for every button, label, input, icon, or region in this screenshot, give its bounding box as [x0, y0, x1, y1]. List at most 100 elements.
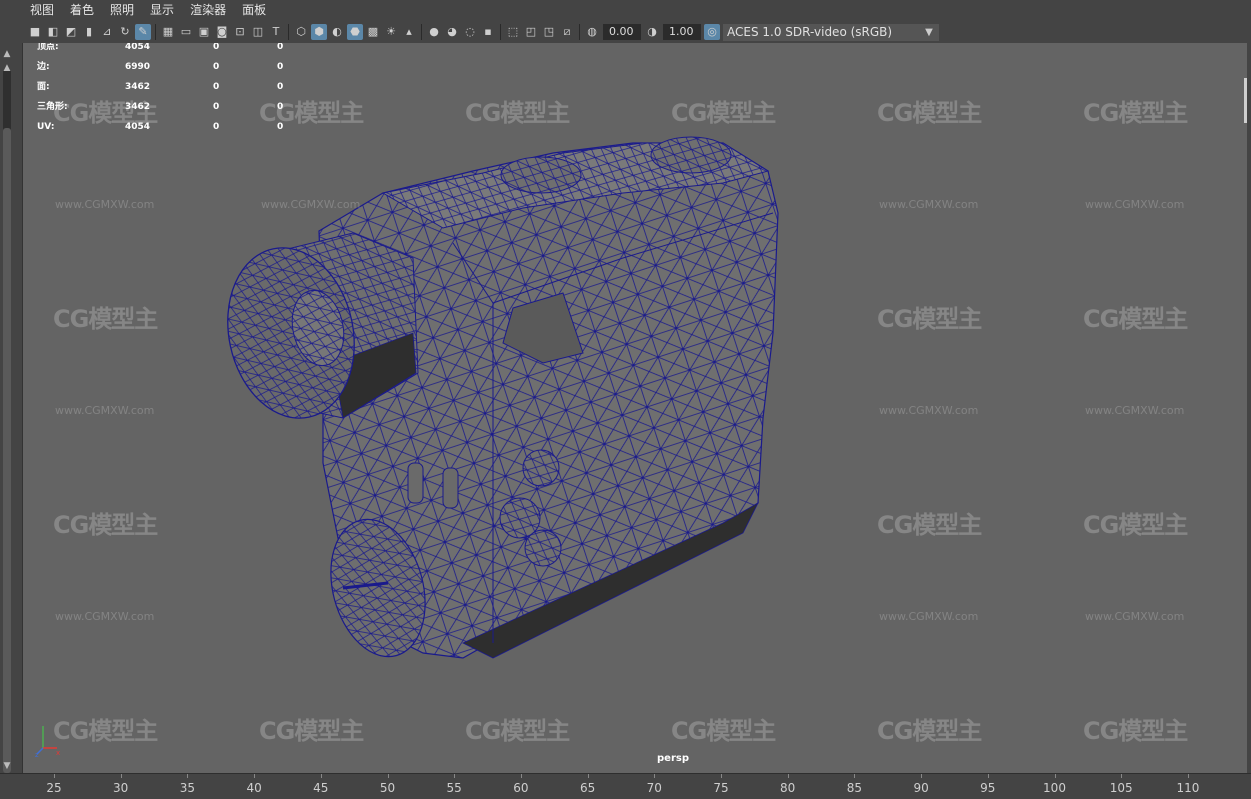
timeline-tick	[520, 774, 522, 778]
time-slider[interactable]: 25 30 35 40 45 50 55 60 65 70 75 80 85 90 95 100 105 110	[0, 773, 1251, 799]
watermark-logo: CG模型主	[877, 99, 982, 127]
wireframe-icon[interactable]: ⬡	[293, 24, 309, 40]
gamma-field[interactable]	[663, 24, 701, 40]
grease-pencil-icon[interactable]: ✎	[135, 24, 151, 40]
color-space-value: ACES 1.0 SDR-video (sRGB)	[727, 24, 893, 39]
timeline-tick-label: 60	[513, 781, 529, 795]
3d-viewport[interactable]: CG模型主 CG模型主 CG模型主 CG模型主 CG模型主 CG模型主 www.…	[22, 43, 1247, 773]
timeline-tick-label: 35	[179, 781, 196, 795]
film-gate-icon[interactable]: ▭	[178, 24, 194, 40]
poly-count-hud: 顶点: 4054 0 0 边: 6990 0 0 面: 3462 0 0 三角形…	[37, 43, 283, 143]
timeline-tick	[587, 774, 589, 778]
watermark-logo: CG模型主	[259, 717, 364, 745]
left-scrollbar[interactable]: ▲ ▲ ▼	[0, 43, 14, 773]
menu-view[interactable]: 视图	[0, 0, 62, 21]
timeline-tick-label: 90	[913, 781, 929, 795]
bookmark-flag-icon[interactable]: ▮	[81, 24, 97, 40]
timeline-tick	[54, 774, 55, 778]
chevron-down-icon: ▼	[925, 26, 933, 38]
camera-select-icon[interactable]: ■	[27, 24, 43, 40]
panel-toolbar: ■ ◧ ◩ ▮ ⊿ ↻ ✎ ▦ ▭ ▣ ◙ ⊡ ◫ T ⬡ ⬢ ◐ ⬣ ▩ ☀ …	[0, 21, 1251, 43]
watermark-logo: CG模型主	[1083, 511, 1188, 539]
2d-pan-zoom-icon[interactable]: ↻	[117, 24, 133, 40]
model-side-slot-1	[407, 462, 424, 504]
scroll-down-icon[interactable]: ▼	[2, 761, 12, 771]
timeline-tick	[387, 774, 389, 778]
timeline-tick	[854, 774, 856, 778]
screen-space-ao-icon[interactable]: ●	[426, 24, 442, 40]
menu-renderer[interactable]: 渲染器	[182, 0, 234, 21]
menu-lighting[interactable]: 照明	[102, 0, 142, 21]
depth-of-field-icon[interactable]: ▪	[480, 24, 496, 40]
watermark-logo: CG模型主	[671, 717, 776, 745]
timeline-tick	[1054, 774, 1056, 778]
xray-joints-icon[interactable]: ◳	[541, 24, 557, 40]
camera-name-label: persp	[657, 753, 689, 764]
svg-text:z: z	[35, 751, 39, 758]
safe-action-icon[interactable]: ◫	[250, 24, 266, 40]
smooth-shade-icon[interactable]: ⬢	[311, 24, 327, 40]
menu-shading[interactable]: 着色	[62, 0, 102, 21]
timeline-tick	[654, 774, 656, 778]
safe-title-icon[interactable]: T	[268, 24, 284, 40]
watermark-url: www.CGMXW.com	[879, 610, 979, 623]
timeline-tick	[721, 774, 722, 778]
resolution-gate-icon[interactable]: ▣	[196, 24, 212, 40]
lights-icon[interactable]: ☀	[383, 24, 399, 40]
timeline-tick-label: 105	[1109, 781, 1133, 795]
motion-blur-icon[interactable]: ◕	[444, 24, 460, 40]
shadows-icon[interactable]: ▴	[401, 24, 417, 40]
timeline-tick-label: 80	[780, 781, 796, 795]
timeline-tick-label: 55	[446, 781, 462, 795]
color-management-icon[interactable]: ◎	[704, 24, 720, 40]
timeline-tick	[1187, 774, 1189, 778]
timeline-tick-label: 70	[646, 781, 662, 795]
scroll-thumb[interactable]	[3, 128, 11, 773]
watermark-logo: CG模型主	[877, 511, 982, 539]
isolate-select-icon[interactable]: ⬚	[505, 24, 521, 40]
timeline-tick-label: 40	[246, 781, 262, 795]
timeline-tick-label: 30	[113, 781, 129, 795]
gamma-icon[interactable]: ◑	[644, 24, 660, 40]
gate-mask-icon[interactable]: ◙	[214, 24, 230, 40]
watermark-url: www.CGMXW.com	[261, 198, 361, 211]
menu-panels[interactable]: 面板	[234, 0, 274, 21]
timeline-tick	[787, 774, 789, 778]
camera-attributes-icon[interactable]: ◧	[45, 24, 61, 40]
image-plane-icon[interactable]: ⊿	[99, 24, 115, 40]
timeline-tick	[320, 774, 322, 778]
color-space-select[interactable]: ACES 1.0 SDR-video (sRGB) ▼	[723, 23, 939, 41]
watermark-logo: CG模型主	[465, 99, 570, 127]
timeline-tick-label: 100	[1043, 781, 1066, 795]
watermark-url: www.CGMXW.com	[1085, 610, 1185, 623]
bookmark-icon[interactable]: ◩	[63, 24, 79, 40]
wireframe-model[interactable]	[23, 43, 1247, 773]
xray-components-icon[interactable]: ⧄	[559, 24, 575, 40]
watermark-logo: CG模型主	[465, 717, 570, 745]
wireframe-on-shaded-icon[interactable]: ⬣	[347, 24, 363, 40]
timeline-tick	[1121, 774, 1123, 778]
watermark-url: www.CGMXW.com	[879, 198, 979, 211]
timeline-tick	[987, 774, 989, 778]
viewport-right-edge	[1244, 78, 1247, 123]
hud-row-edges: 边: 6990 0 0	[37, 62, 284, 72]
menu-show[interactable]: 显示	[142, 0, 182, 21]
field-chart-icon[interactable]: ⊡	[232, 24, 248, 40]
timeline-tick-label: 25	[46, 781, 62, 795]
exposure-icon[interactable]: ◍	[584, 24, 600, 40]
hud-row-faces: 面: 3462 0 0	[37, 82, 284, 92]
xray-icon[interactable]: ◰	[523, 24, 539, 40]
scroll-up-icon[interactable]: ▲	[2, 49, 12, 59]
textured-icon[interactable]: ▩	[365, 24, 381, 40]
watermark-url: www.CGMXW.com	[55, 404, 155, 417]
timeline-tick-label: 75	[713, 781, 729, 795]
exposure-field[interactable]	[603, 24, 641, 40]
timeline-tick-label: 95	[980, 781, 996, 795]
hud-row-uvs: UV: 4054 0 0	[37, 122, 284, 132]
default-material-icon[interactable]: ◐	[329, 24, 345, 40]
grid-icon[interactable]: ▦	[160, 24, 176, 40]
anti-aliasing-icon[interactable]: ◌	[462, 24, 478, 40]
axis-gizmo: z x	[35, 726, 60, 758]
watermark-logo: CG模型主	[1083, 99, 1188, 127]
timeline-tick-label: 85	[846, 781, 863, 795]
